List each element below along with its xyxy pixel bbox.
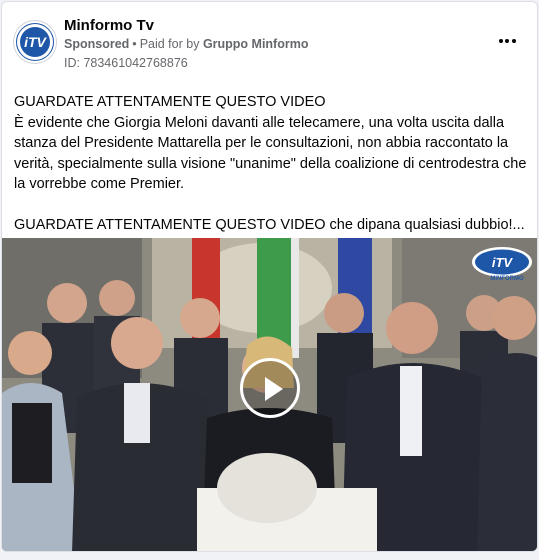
paid-for-label: Paid for by xyxy=(139,37,200,51)
post-header: iTV Minformo Tv Sponsored • Paid for by Gr… xyxy=(2,2,537,80)
avatar-logo-text: iTV xyxy=(24,34,47,50)
sponsored-label[interactable]: Sponsored xyxy=(64,37,129,51)
watermark-subtext: MINFORMO xyxy=(490,276,524,282)
page-avatar[interactable]: iTV xyxy=(14,21,56,63)
sponsored-meta: Sponsored • Paid for by Gruppo Minformo xyxy=(64,37,308,51)
watermark-logo-text: iTV xyxy=(492,255,514,270)
minformo-watermark-logo-icon: iTV MINFORMO xyxy=(472,247,532,282)
meta-separator: • xyxy=(132,37,137,51)
paid-by-name[interactable]: Gruppo Minformo xyxy=(203,37,309,51)
more-options-button[interactable] xyxy=(495,29,519,53)
page-name[interactable]: Minformo Tv xyxy=(64,17,154,34)
minformo-logo-icon: iTV xyxy=(17,24,53,60)
post-body-text: GUARDATE ATTENTAMENTE QUESTO VIDEO È evi… xyxy=(14,94,527,233)
ad-post-card: iTV Minformo Tv Sponsored • Paid for by Gr… xyxy=(1,1,538,552)
post-video[interactable]: iTV MINFORMO xyxy=(2,238,537,551)
more-horizontal-icon xyxy=(498,39,503,43)
ad-id: ID: 783461042768876 xyxy=(64,56,188,70)
play-icon[interactable] xyxy=(240,358,300,418)
